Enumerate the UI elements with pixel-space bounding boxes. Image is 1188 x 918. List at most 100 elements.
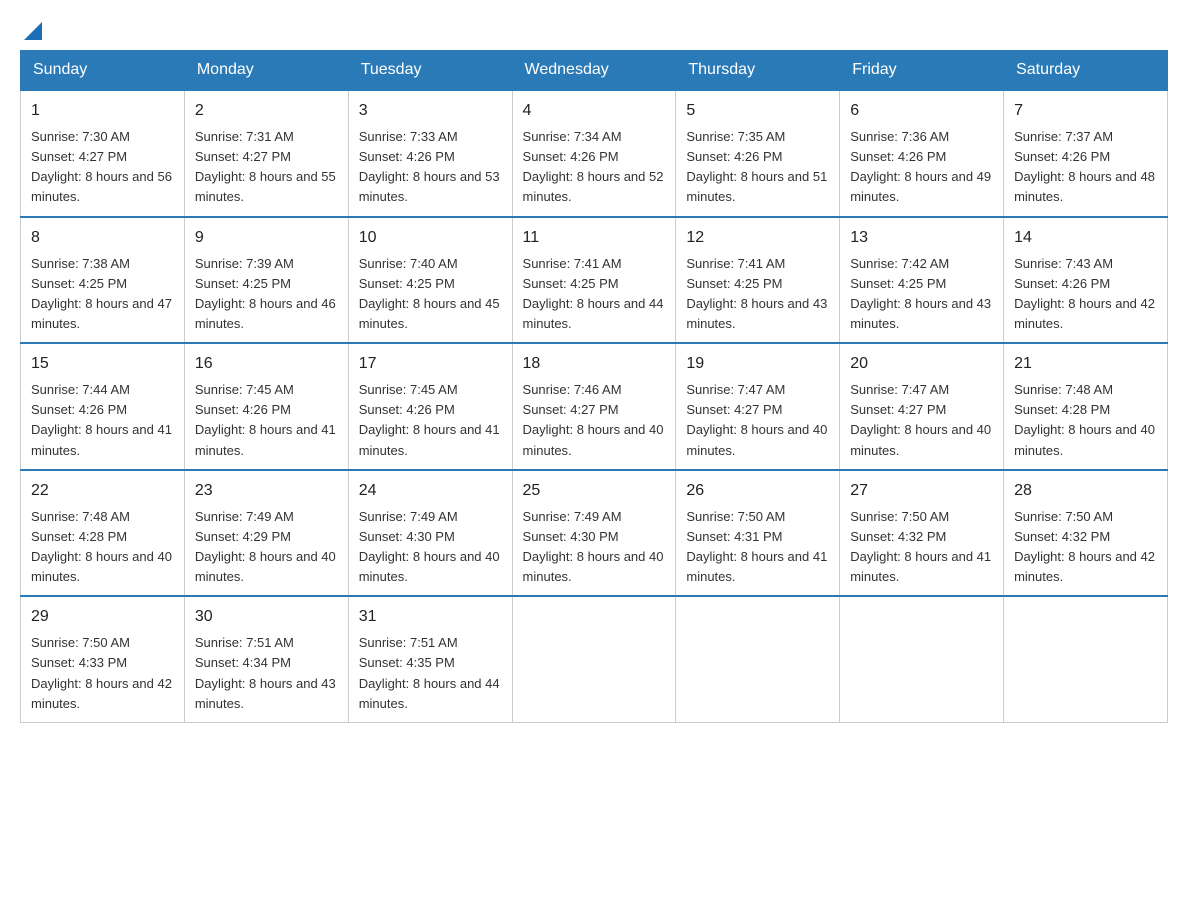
day-number: 29 bbox=[31, 605, 174, 629]
day-info: Sunrise: 7:49 AMSunset: 4:29 PMDaylight:… bbox=[195, 509, 336, 584]
day-info: Sunrise: 7:34 AMSunset: 4:26 PMDaylight:… bbox=[523, 129, 664, 204]
day-info: Sunrise: 7:45 AMSunset: 4:26 PMDaylight:… bbox=[359, 382, 500, 457]
weekday-sunday: Sunday bbox=[21, 51, 185, 91]
day-number: 21 bbox=[1014, 352, 1157, 376]
day-info: Sunrise: 7:45 AMSunset: 4:26 PMDaylight:… bbox=[195, 382, 336, 457]
day-number: 4 bbox=[523, 99, 666, 123]
calendar-cell: 17 Sunrise: 7:45 AMSunset: 4:26 PMDaylig… bbox=[348, 343, 512, 470]
calendar-cell: 6 Sunrise: 7:36 AMSunset: 4:26 PMDayligh… bbox=[840, 90, 1004, 217]
day-number: 14 bbox=[1014, 226, 1157, 250]
day-number: 17 bbox=[359, 352, 502, 376]
day-number: 10 bbox=[359, 226, 502, 250]
day-number: 27 bbox=[850, 479, 993, 503]
day-number: 31 bbox=[359, 605, 502, 629]
logo-triangle-icon bbox=[22, 20, 44, 42]
calendar-cell: 27 Sunrise: 7:50 AMSunset: 4:32 PMDaylig… bbox=[840, 470, 1004, 597]
day-info: Sunrise: 7:37 AMSunset: 4:26 PMDaylight:… bbox=[1014, 129, 1155, 204]
weekday-monday: Monday bbox=[184, 51, 348, 91]
day-number: 12 bbox=[686, 226, 829, 250]
calendar-cell: 3 Sunrise: 7:33 AMSunset: 4:26 PMDayligh… bbox=[348, 90, 512, 217]
logo bbox=[20, 20, 44, 40]
calendar-cell: 7 Sunrise: 7:37 AMSunset: 4:26 PMDayligh… bbox=[1004, 90, 1168, 217]
day-info: Sunrise: 7:49 AMSunset: 4:30 PMDaylight:… bbox=[523, 509, 664, 584]
calendar-cell: 11 Sunrise: 7:41 AMSunset: 4:25 PMDaylig… bbox=[512, 217, 676, 344]
day-number: 11 bbox=[523, 226, 666, 250]
day-info: Sunrise: 7:36 AMSunset: 4:26 PMDaylight:… bbox=[850, 129, 991, 204]
day-info: Sunrise: 7:38 AMSunset: 4:25 PMDaylight:… bbox=[31, 256, 172, 331]
day-number: 28 bbox=[1014, 479, 1157, 503]
calendar-cell: 24 Sunrise: 7:49 AMSunset: 4:30 PMDaylig… bbox=[348, 470, 512, 597]
day-number: 23 bbox=[195, 479, 338, 503]
calendar-cell: 21 Sunrise: 7:48 AMSunset: 4:28 PMDaylig… bbox=[1004, 343, 1168, 470]
calendar-header: Sunday Monday Tuesday Wednesday Thursday… bbox=[21, 51, 1168, 91]
weekday-thursday: Thursday bbox=[676, 51, 840, 91]
calendar-cell: 14 Sunrise: 7:43 AMSunset: 4:26 PMDaylig… bbox=[1004, 217, 1168, 344]
day-info: Sunrise: 7:49 AMSunset: 4:30 PMDaylight:… bbox=[359, 509, 500, 584]
calendar-cell: 15 Sunrise: 7:44 AMSunset: 4:26 PMDaylig… bbox=[21, 343, 185, 470]
calendar-cell: 29 Sunrise: 7:50 AMSunset: 4:33 PMDaylig… bbox=[21, 596, 185, 722]
day-number: 6 bbox=[850, 99, 993, 123]
day-info: Sunrise: 7:44 AMSunset: 4:26 PMDaylight:… bbox=[31, 382, 172, 457]
calendar-cell: 31 Sunrise: 7:51 AMSunset: 4:35 PMDaylig… bbox=[348, 596, 512, 722]
calendar-cell: 13 Sunrise: 7:42 AMSunset: 4:25 PMDaylig… bbox=[840, 217, 1004, 344]
day-info: Sunrise: 7:48 AMSunset: 4:28 PMDaylight:… bbox=[31, 509, 172, 584]
day-number: 30 bbox=[195, 605, 338, 629]
day-number: 1 bbox=[31, 99, 174, 123]
calendar-cell: 30 Sunrise: 7:51 AMSunset: 4:34 PMDaylig… bbox=[184, 596, 348, 722]
day-info: Sunrise: 7:43 AMSunset: 4:26 PMDaylight:… bbox=[1014, 256, 1155, 331]
calendar-cell: 2 Sunrise: 7:31 AMSunset: 4:27 PMDayligh… bbox=[184, 90, 348, 217]
calendar-cell: 23 Sunrise: 7:49 AMSunset: 4:29 PMDaylig… bbox=[184, 470, 348, 597]
calendar-cell bbox=[676, 596, 840, 722]
calendar-cell: 22 Sunrise: 7:48 AMSunset: 4:28 PMDaylig… bbox=[21, 470, 185, 597]
day-info: Sunrise: 7:48 AMSunset: 4:28 PMDaylight:… bbox=[1014, 382, 1155, 457]
day-info: Sunrise: 7:51 AMSunset: 4:35 PMDaylight:… bbox=[359, 635, 500, 710]
calendar-cell bbox=[840, 596, 1004, 722]
calendar-cell: 18 Sunrise: 7:46 AMSunset: 4:27 PMDaylig… bbox=[512, 343, 676, 470]
calendar-cell: 12 Sunrise: 7:41 AMSunset: 4:25 PMDaylig… bbox=[676, 217, 840, 344]
day-number: 15 bbox=[31, 352, 174, 376]
day-number: 18 bbox=[523, 352, 666, 376]
calendar-cell: 28 Sunrise: 7:50 AMSunset: 4:32 PMDaylig… bbox=[1004, 470, 1168, 597]
calendar-table: Sunday Monday Tuesday Wednesday Thursday… bbox=[20, 50, 1168, 723]
day-info: Sunrise: 7:35 AMSunset: 4:26 PMDaylight:… bbox=[686, 129, 827, 204]
calendar-body: 1 Sunrise: 7:30 AMSunset: 4:27 PMDayligh… bbox=[21, 90, 1168, 722]
day-info: Sunrise: 7:41 AMSunset: 4:25 PMDaylight:… bbox=[523, 256, 664, 331]
day-info: Sunrise: 7:50 AMSunset: 4:32 PMDaylight:… bbox=[1014, 509, 1155, 584]
day-info: Sunrise: 7:42 AMSunset: 4:25 PMDaylight:… bbox=[850, 256, 991, 331]
day-number: 13 bbox=[850, 226, 993, 250]
day-number: 22 bbox=[31, 479, 174, 503]
calendar-cell: 19 Sunrise: 7:47 AMSunset: 4:27 PMDaylig… bbox=[676, 343, 840, 470]
calendar-cell bbox=[512, 596, 676, 722]
weekday-tuesday: Tuesday bbox=[348, 51, 512, 91]
day-number: 5 bbox=[686, 99, 829, 123]
day-number: 25 bbox=[523, 479, 666, 503]
calendar-cell: 9 Sunrise: 7:39 AMSunset: 4:25 PMDayligh… bbox=[184, 217, 348, 344]
day-info: Sunrise: 7:30 AMSunset: 4:27 PMDaylight:… bbox=[31, 129, 172, 204]
calendar-cell: 4 Sunrise: 7:34 AMSunset: 4:26 PMDayligh… bbox=[512, 90, 676, 217]
day-number: 2 bbox=[195, 99, 338, 123]
day-info: Sunrise: 7:33 AMSunset: 4:26 PMDaylight:… bbox=[359, 129, 500, 204]
day-number: 9 bbox=[195, 226, 338, 250]
day-info: Sunrise: 7:51 AMSunset: 4:34 PMDaylight:… bbox=[195, 635, 336, 710]
day-info: Sunrise: 7:50 AMSunset: 4:32 PMDaylight:… bbox=[850, 509, 991, 584]
day-info: Sunrise: 7:31 AMSunset: 4:27 PMDaylight:… bbox=[195, 129, 336, 204]
calendar-cell: 10 Sunrise: 7:40 AMSunset: 4:25 PMDaylig… bbox=[348, 217, 512, 344]
day-info: Sunrise: 7:47 AMSunset: 4:27 PMDaylight:… bbox=[686, 382, 827, 457]
calendar-cell: 26 Sunrise: 7:50 AMSunset: 4:31 PMDaylig… bbox=[676, 470, 840, 597]
calendar-cell: 20 Sunrise: 7:47 AMSunset: 4:27 PMDaylig… bbox=[840, 343, 1004, 470]
day-number: 3 bbox=[359, 99, 502, 123]
calendar-cell: 5 Sunrise: 7:35 AMSunset: 4:26 PMDayligh… bbox=[676, 90, 840, 217]
day-number: 20 bbox=[850, 352, 993, 376]
day-number: 24 bbox=[359, 479, 502, 503]
calendar-cell: 1 Sunrise: 7:30 AMSunset: 4:27 PMDayligh… bbox=[21, 90, 185, 217]
day-number: 8 bbox=[31, 226, 174, 250]
day-info: Sunrise: 7:47 AMSunset: 4:27 PMDaylight:… bbox=[850, 382, 991, 457]
weekday-friday: Friday bbox=[840, 51, 1004, 91]
weekday-wednesday: Wednesday bbox=[512, 51, 676, 91]
calendar-cell: 25 Sunrise: 7:49 AMSunset: 4:30 PMDaylig… bbox=[512, 470, 676, 597]
day-info: Sunrise: 7:50 AMSunset: 4:31 PMDaylight:… bbox=[686, 509, 827, 584]
calendar-cell: 16 Sunrise: 7:45 AMSunset: 4:26 PMDaylig… bbox=[184, 343, 348, 470]
day-info: Sunrise: 7:46 AMSunset: 4:27 PMDaylight:… bbox=[523, 382, 664, 457]
day-number: 16 bbox=[195, 352, 338, 376]
calendar-cell: 8 Sunrise: 7:38 AMSunset: 4:25 PMDayligh… bbox=[21, 217, 185, 344]
